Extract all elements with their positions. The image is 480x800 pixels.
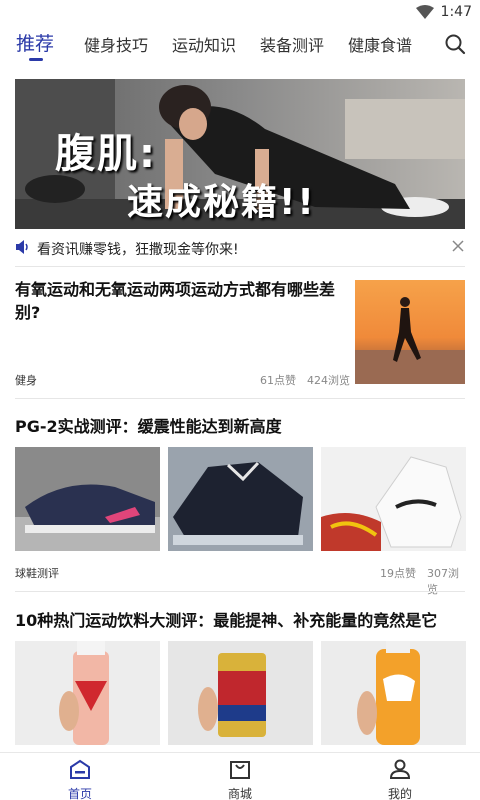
speaker-icon: [16, 240, 28, 254]
drink-photo-3: [321, 641, 466, 745]
active-tab-indicator: [29, 58, 43, 61]
nav-shop[interactable]: 商城: [210, 759, 270, 800]
notice-bar[interactable]: 看资讯赚零钱，狂撒现金等你来!: [15, 236, 465, 262]
article-title[interactable]: 10种热门运动饮料大测评：最能提神、补充能量的竟然是它: [15, 607, 465, 631]
article-title[interactable]: PG-2实战测评：缓震性能达到新高度: [15, 413, 465, 437]
article-card-aerobic[interactable]: 有氧运动和无氧运动两项运动方式都有哪些差别? 健身 61点赞 424浏览: [15, 278, 465, 387]
shop-bag-icon: [230, 761, 250, 779]
divider: [15, 266, 465, 267]
article-likes: 61点赞: [260, 374, 296, 387]
article-likes: 19点赞: [380, 567, 416, 580]
status-bar: 1:47: [0, 0, 480, 24]
home-icon: [70, 759, 90, 779]
shoe-photo-3: [321, 447, 466, 551]
article-card-pg2[interactable]: PG-2实战测评：缓震性能达到新高度 球鞋测评 19点赞 307浏览: [15, 413, 466, 596]
nav-shop-label: 商城: [227, 787, 252, 800]
close-icon[interactable]: [451, 239, 465, 253]
search-icon[interactable]: [444, 33, 466, 55]
shoe-photo-2: [168, 447, 313, 551]
notice-text: 看资讯赚零钱，狂撒现金等你来!: [37, 242, 239, 258]
article-image-row: [15, 447, 466, 551]
article-card-sports-drinks[interactable]: 10种热门运动饮料大测评：最能提神、补充能量的竟然是它: [15, 607, 466, 747]
drink-photo-2: [168, 641, 313, 745]
article-thumbnail-runner-sunset: [355, 280, 465, 384]
article-views: 424浏览: [307, 374, 350, 387]
tab-recommend[interactable]: 推荐: [16, 29, 54, 56]
article-category: 健身: [15, 374, 37, 387]
divider: [15, 591, 465, 592]
nav-home[interactable]: 首页: [50, 759, 110, 800]
category-tabs: 推荐 健身技巧 运动知识 装备测评 健康食谱: [0, 24, 480, 68]
wifi-icon: [416, 5, 434, 19]
article-category: 球鞋测评: [15, 567, 59, 580]
article-title[interactable]: 有氧运动和无氧运动两项运动方式都有哪些差别?: [15, 278, 343, 324]
banner-carousel[interactable]: 腹肌: 速成秘籍!!: [15, 79, 465, 229]
user-icon: [389, 759, 411, 779]
divider: [15, 398, 465, 399]
tab-healthy-recipes[interactable]: 健康食谱: [348, 32, 412, 56]
tab-sports-knowledge[interactable]: 运动知识: [172, 32, 236, 56]
drink-photo-1: [15, 641, 160, 745]
article-views: 307浏览: [427, 567, 459, 596]
tab-gear-review[interactable]: 装备测评: [260, 32, 324, 56]
banner-title-line1: 腹肌:: [55, 131, 157, 177]
status-time: 1:47: [440, 4, 472, 20]
tab-fitness-tips[interactable]: 健身技巧: [84, 32, 148, 56]
nav-me-label: 我的: [387, 787, 412, 800]
carousel-indicator: [213, 217, 256, 229]
bottom-nav: 首页 商城 我的: [0, 752, 480, 800]
nav-home-label: 首页: [67, 787, 92, 800]
article-image-row: [15, 641, 466, 745]
shoe-photo-1: [15, 447, 160, 551]
nav-me[interactable]: 我的: [370, 759, 430, 800]
